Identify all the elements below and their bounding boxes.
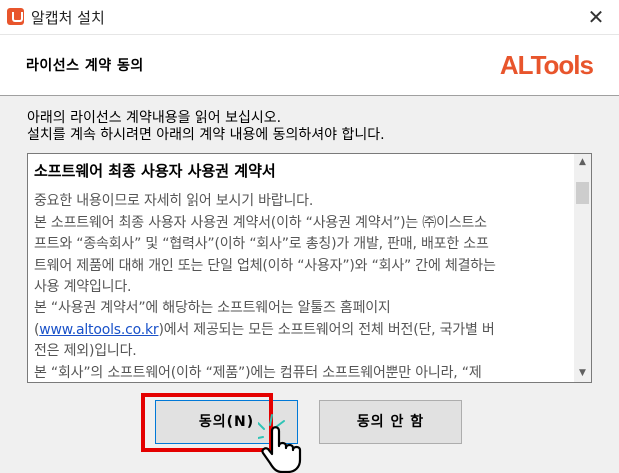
license-line: 트웨어 제품에 대해 개인 또는 단일 업체(이하 “사용자”)와 “회사” 간… — [34, 257, 496, 274]
scroll-up-arrow-icon[interactable]: ▲ — [574, 154, 591, 171]
alcapture-app-icon — [7, 8, 24, 25]
altools-website-link[interactable]: www.altools.co.kr — [39, 322, 158, 338]
link-suffix: )에서 제공되는 모든 소프트웨어의 전체 버전(단, 국가별 버 — [158, 321, 495, 338]
license-line: 본 소프트웨어 최종 사용자 사용권 계약서(이하 “사용권 계약서”)는 ㈜이… — [34, 214, 487, 231]
agree-button-highlight — [141, 393, 273, 452]
page-header: 라이선스 계약 동의 ALTools — [0, 35, 619, 96]
license-line: 본 “회사”의 소프트웨어(이하 “제품”)에는 컴퓨터 소프트웨어뿐만 아니라… — [34, 364, 482, 381]
license-line: 전은 제외)입니다. — [34, 343, 137, 360]
scroll-down-arrow-icon[interactable]: ▼ — [574, 365, 591, 382]
window-title: 알캡처 설치 — [31, 9, 105, 27]
license-link-line: (www.altools.co.kr)에서 제공되는 모든 소프트웨어의 전체 … — [34, 320, 571, 341]
pointing-hand-cursor-icon — [258, 414, 302, 473]
license-line: 본 “사용권 계약서”에 해당하는 소프트웨어는 알툴즈 홈페이지 — [34, 300, 391, 317]
vertical-scrollbar[interactable]: ▲ ▼ — [574, 154, 591, 382]
license-heading: 소프트웨어 최종 사용자 사용권 계약서 — [34, 162, 276, 180]
close-button[interactable]: ✕ — [573, 0, 619, 34]
altools-logo: ALTools — [499, 50, 594, 80]
license-line: 중요한 내용이므로 자세히 읽어 보시기 바랍니다. — [34, 193, 314, 210]
scroll-thumb[interactable] — [576, 182, 589, 204]
license-agreement-box[interactable]: 소프트웨어 최종 사용자 사용권 계약서 중요한 내용이므로 자세히 읽어 보시… — [27, 153, 592, 383]
disagree-button[interactable]: 동의 안 함 — [319, 400, 462, 444]
license-text-area: 소프트웨어 최종 사용자 사용권 계약서 중요한 내용이므로 자세히 읽어 보시… — [28, 154, 575, 382]
title-bar: 알캡처 설치 ✕ — [0, 0, 619, 35]
instruction-line-2: 설치를 계속 하시려면 아래의 계약 내용에 동의하셔야 합니다. — [27, 127, 385, 143]
page-title: 라이선스 계약 동의 — [26, 58, 144, 74]
license-line: 사용 계약입니다. — [34, 279, 132, 296]
license-line: 프트와 “종속회사” 및 “협력사”(이하 “회사”로 총칭)가 개발, 판매,… — [34, 236, 489, 253]
